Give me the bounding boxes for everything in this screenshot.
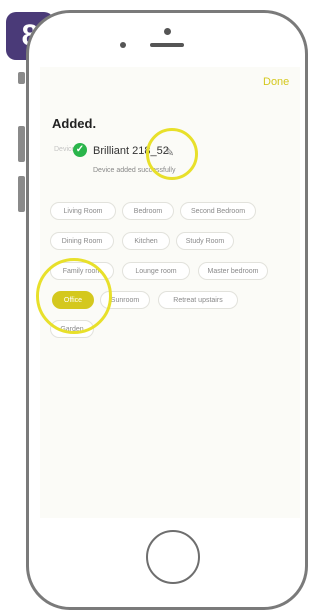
room-chip-bedroom[interactable]: Bedroom [122,202,174,220]
room-chip-dining-room[interactable]: Dining Room [50,232,114,250]
room-chip-master-bedroom[interactable]: Master bedroom [198,262,268,280]
device-name: Brilliant 218_52 [93,145,169,157]
volume-down-button [18,176,25,212]
room-chip-retreat-upstairs[interactable]: Retreat upstairs [158,291,238,309]
room-chip-lounge-room[interactable]: Lounge room [122,262,190,280]
edit-name-pencil-icon[interactable]: ✎ [165,146,174,159]
earpiece-speaker [150,43,184,47]
room-chip-garden[interactable]: Garden [50,320,94,338]
front-sensor [164,28,171,35]
room-chip-sunroom[interactable]: Sunroom [100,291,150,309]
volume-up-button [18,126,25,162]
room-chip-office[interactable]: Office [52,291,94,309]
room-chip-study-room[interactable]: Study Room [176,232,234,250]
front-camera [120,42,126,48]
room-chip-kitchen[interactable]: Kitchen [122,232,170,250]
device-status-text: Device added successfully [93,167,176,174]
room-chip-living-room[interactable]: Living Room [50,202,116,220]
room-chip-second-bedroom[interactable]: Second Bedroom [180,202,256,220]
home-button[interactable] [146,530,200,584]
done-button[interactable]: Done [263,76,289,88]
mute-switch [18,72,25,84]
added-title: Added. [52,116,97,131]
success-check-icon: ✓ [73,143,87,157]
room-chip-family-room[interactable]: Family room [50,262,114,280]
